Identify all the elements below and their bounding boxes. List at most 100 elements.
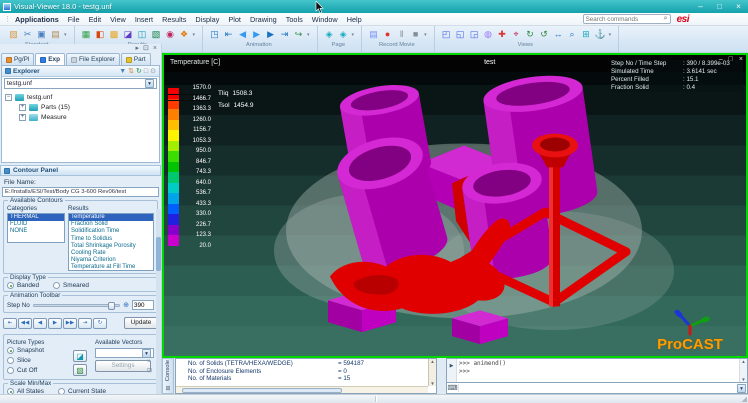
menu-results[interactable]: Results <box>162 15 186 24</box>
run-command-icon[interactable]: ▶ <box>447 359 457 382</box>
step-increment-icon[interactable]: ⊕ <box>123 301 129 309</box>
stop-icon[interactable]: ■ <box>409 28 422 41</box>
minimize-button[interactable]: – <box>694 2 707 11</box>
menu-drawing[interactable]: Drawing <box>250 15 277 24</box>
cut-icon[interactable]: ✂ <box>21 28 34 41</box>
contour-plot-icon[interactable]: ◧ <box>94 28 107 41</box>
go-first-button[interactable]: ⇤ <box>3 318 17 329</box>
front-view-icon[interactable]: ◰ <box>440 28 453 41</box>
settings-button[interactable]: Settings <box>95 360 151 372</box>
spin-view-icon[interactable]: ↺ <box>538 28 551 41</box>
group-dropdown-icon[interactable]: ▾ <box>352 32 355 38</box>
expander-icon[interactable]: + <box>19 104 26 111</box>
menu-edit[interactable]: Edit <box>89 15 102 24</box>
copy-icon[interactable]: ▣ <box>35 28 48 41</box>
chevron-down-icon[interactable]: ▾ <box>145 79 154 88</box>
last-frame-icon[interactable]: ⇥ <box>278 28 291 41</box>
menu-applications[interactable]: Applications <box>15 15 59 24</box>
search-icon[interactable]: ⌕ <box>664 15 668 23</box>
explorer-new-window-icon[interactable]: □ <box>144 68 148 75</box>
tree-node-root[interactable]: − testg.unf <box>5 92 156 102</box>
menu-file[interactable]: File <box>68 15 80 24</box>
category-item[interactable]: FLUID <box>8 221 64 228</box>
next-page-icon[interactable]: ◈ <box>337 28 350 41</box>
anchor-view-icon[interactable]: ⚓ <box>594 28 607 41</box>
resize-grip[interactable]: ◢ <box>742 395 747 403</box>
explorer-filter-icon[interactable]: ▼ <box>119 68 126 75</box>
group-dropdown-icon[interactable]: ▾ <box>307 32 310 38</box>
section-cut-icon[interactable]: ◫ <box>136 28 149 41</box>
console-vertical-scrollbar[interactable]: ▲ ▼ <box>428 359 436 386</box>
open-file-icon[interactable]: ▨ <box>7 28 20 41</box>
fit-view-icon[interactable]: ⊞ <box>580 28 593 41</box>
display-type-radio[interactable]: Banded <box>7 282 39 289</box>
group-dropdown-icon[interactable]: ▾ <box>424 32 427 38</box>
tab-file-explorer[interactable]: File Explorer <box>66 53 120 65</box>
result-item[interactable]: Total Shrinkage Porosity <box>69 243 153 250</box>
left-panel-scrollbar[interactable] <box>156 209 161 394</box>
result-item[interactable]: Temperature <box>69 214 153 221</box>
group-dropdown-icon[interactable]: ▾ <box>609 32 612 38</box>
cutoff-icon-button[interactable]: ▧ <box>73 364 87 376</box>
group-dropdown-icon[interactable]: ▾ <box>64 32 67 38</box>
result-item[interactable]: Temperature at Fill Time <box>69 264 153 271</box>
menu-display[interactable]: Display <box>195 15 219 24</box>
result-item[interactable]: Solidification Time <box>69 228 153 235</box>
slider-knob[interactable] <box>108 302 115 310</box>
pause-icon[interactable]: ‖ <box>395 28 408 41</box>
chevron-down-icon[interactable]: ▾ <box>737 384 746 393</box>
animate-setup-icon[interactable]: ◳ <box>208 28 221 41</box>
movie-strip-icon[interactable]: ▤ <box>367 28 380 41</box>
result-item[interactable]: Fraction Solid <box>69 221 153 228</box>
play-button[interactable]: ▶ <box>48 318 62 329</box>
expander-icon[interactable]: + <box>19 114 26 121</box>
slice-icon-button[interactable]: ◪ <box>73 350 87 362</box>
fast-rewind-button[interactable]: ◀◀ <box>18 318 32 329</box>
close-button[interactable]: × <box>732 2 745 11</box>
loop-button[interactable]: ↻ <box>93 318 107 329</box>
category-item[interactable]: THERMAL <box>8 214 64 221</box>
perspective-view-icon[interactable]: ◍ <box>482 28 495 41</box>
group-dropdown-icon[interactable]: ▾ <box>193 32 196 38</box>
contour-panel-header[interactable]: Contour Panel <box>0 165 161 176</box>
console-horizontal-scrollbar[interactable] <box>176 386 428 393</box>
chevron-down-icon[interactable]: ▾ <box>142 349 151 358</box>
menu-view[interactable]: View <box>110 15 126 24</box>
previous-page-icon[interactable]: ◈ <box>323 28 336 41</box>
console-float-icon[interactable]: ⊡ <box>147 368 152 374</box>
axis-triad-icon[interactable]: ✚ <box>496 28 509 41</box>
vector-plot-icon[interactable]: ◪ <box>122 28 135 41</box>
result-tools-icon[interactable]: ❖ <box>178 28 191 41</box>
explorer-refresh-icon[interactable]: ↻ <box>136 68 142 75</box>
step-back-button[interactable]: ◀ <box>33 318 47 329</box>
scroll-up-icon[interactable]: ▲ <box>740 359 747 364</box>
zoom-region-icon[interactable]: ⌕ <box>566 28 579 41</box>
scroll-up-icon[interactable]: ▲ <box>429 359 436 364</box>
prompt-scrollbar[interactable]: ▲ ▼ <box>739 359 747 382</box>
probe-icon[interactable]: ◉ <box>164 28 177 41</box>
tab-part[interactable]: Part <box>121 53 151 65</box>
picture-type-radio[interactable]: Slice <box>7 357 73 364</box>
rotate-view-icon[interactable]: ↻ <box>524 28 537 41</box>
result-item[interactable]: Niyama Criterion <box>69 257 153 264</box>
console-output-pane[interactable]: No. of Solids (TETRA/HEXA/WEDGE) = 59418… <box>175 358 437 394</box>
tab-pgpl[interactable]: Pg/Pl <box>1 53 34 65</box>
picture-type-radio[interactable]: Snapshot <box>7 347 73 354</box>
panel-float-icon[interactable]: ⊡ <box>143 44 149 53</box>
console-tab[interactable]: Console ⊞ <box>162 358 174 394</box>
explorer-sort-icon[interactable]: ⇅ <box>128 68 134 75</box>
go-last-button[interactable]: ⇥ <box>78 318 92 329</box>
console-grid-icon[interactable]: ⊞ <box>165 385 170 392</box>
maximize-button[interactable]: □ <box>713 2 726 11</box>
keyboard-icon[interactable]: ⌨ <box>447 384 459 392</box>
display-type-radio[interactable]: Smeared <box>53 282 89 289</box>
menu-plot[interactable]: Plot <box>228 15 241 24</box>
step-number-input[interactable] <box>132 300 154 310</box>
paste-icon[interactable]: ▤ <box>49 28 62 41</box>
panel-pin-icon[interactable]: ▸ <box>136 44 140 53</box>
menu-tools[interactable]: Tools <box>286 15 303 24</box>
scroll-down-icon[interactable]: ▼ <box>429 381 436 386</box>
next-frame-icon[interactable]: ▶ <box>264 28 277 41</box>
export-animation-icon[interactable]: ↪ <box>292 28 305 41</box>
explorer-options-icon[interactable]: ⊙ <box>150 68 156 75</box>
